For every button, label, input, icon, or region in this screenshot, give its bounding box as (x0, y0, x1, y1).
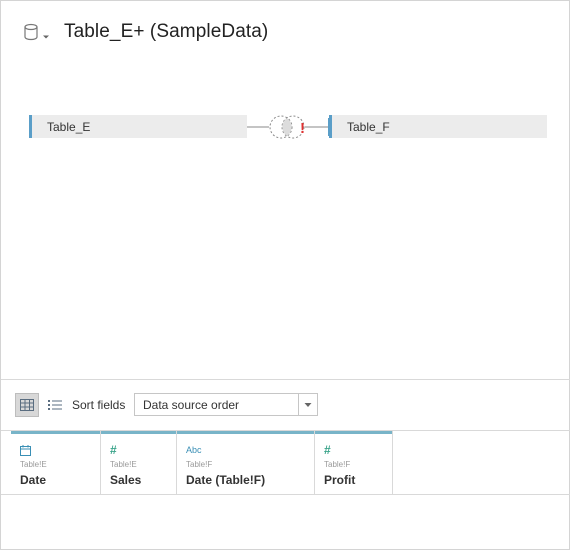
column-accent-bar (177, 431, 314, 434)
right-table-label: Table_F (347, 119, 390, 134)
number-type-icon[interactable]: # (110, 443, 117, 457)
left-table-label: Table_E (47, 119, 91, 134)
inner-join-icon[interactable]: ! (247, 111, 331, 143)
database-icon[interactable] (23, 23, 39, 41)
table-pill-left[interactable]: Table_E (29, 115, 247, 138)
field-header-row: Table!E Date # Table!E Sales Abc Table!F… (11, 431, 393, 494)
list-view-button[interactable] (43, 393, 67, 417)
table-pill-right[interactable]: Table_F (329, 115, 547, 138)
field-name[interactable]: Date (20, 473, 46, 487)
number-type-icon[interactable]: # (324, 443, 331, 457)
sort-fields-label: Sort fields (72, 398, 126, 412)
field-source: Table!E (20, 460, 47, 469)
field-source: Table!E (110, 460, 137, 469)
field-column-sales[interactable]: # Table!E Sales (101, 431, 177, 494)
grid-view-button[interactable] (15, 393, 39, 417)
page-title[interactable]: Table_E+ (SampleData) (64, 21, 268, 43)
column-accent-bar (315, 431, 392, 434)
grid-toolbar: Sort fields Data source order (1, 391, 570, 419)
pane-divider[interactable] (1, 379, 570, 380)
string-type-icon[interactable]: Abc (186, 444, 202, 456)
field-name[interactable]: Sales (110, 473, 141, 487)
table-accent-bar (329, 115, 332, 138)
warning-icon: ! (300, 120, 305, 137)
sort-fields-select[interactable]: Data source order (134, 393, 318, 416)
field-source: Table!F (324, 460, 351, 469)
field-name[interactable]: Date (Table!F) (186, 473, 265, 487)
column-accent-bar (11, 431, 100, 434)
column-accent-bar (101, 431, 176, 434)
grid-icon (20, 399, 34, 411)
field-column-profit[interactable]: # Table!F Profit (315, 431, 393, 494)
data-source-header: Table_E+ (SampleData) (23, 17, 268, 47)
field-source: Table!F (186, 460, 213, 469)
field-column-date-table-f[interactable]: Abc Table!F Date (Table!F) (177, 431, 315, 494)
calendar-icon[interactable] (20, 444, 31, 456)
field-column-date[interactable]: Table!E Date (11, 431, 101, 494)
chevron-down-icon[interactable] (298, 394, 317, 415)
field-name[interactable]: Profit (324, 473, 355, 487)
table-accent-bar (29, 115, 32, 138)
sort-fields-value: Data source order (143, 397, 240, 412)
grid-bottom-divider (1, 494, 570, 495)
list-icon (48, 400, 62, 410)
chevron-down-icon[interactable] (42, 28, 50, 39)
